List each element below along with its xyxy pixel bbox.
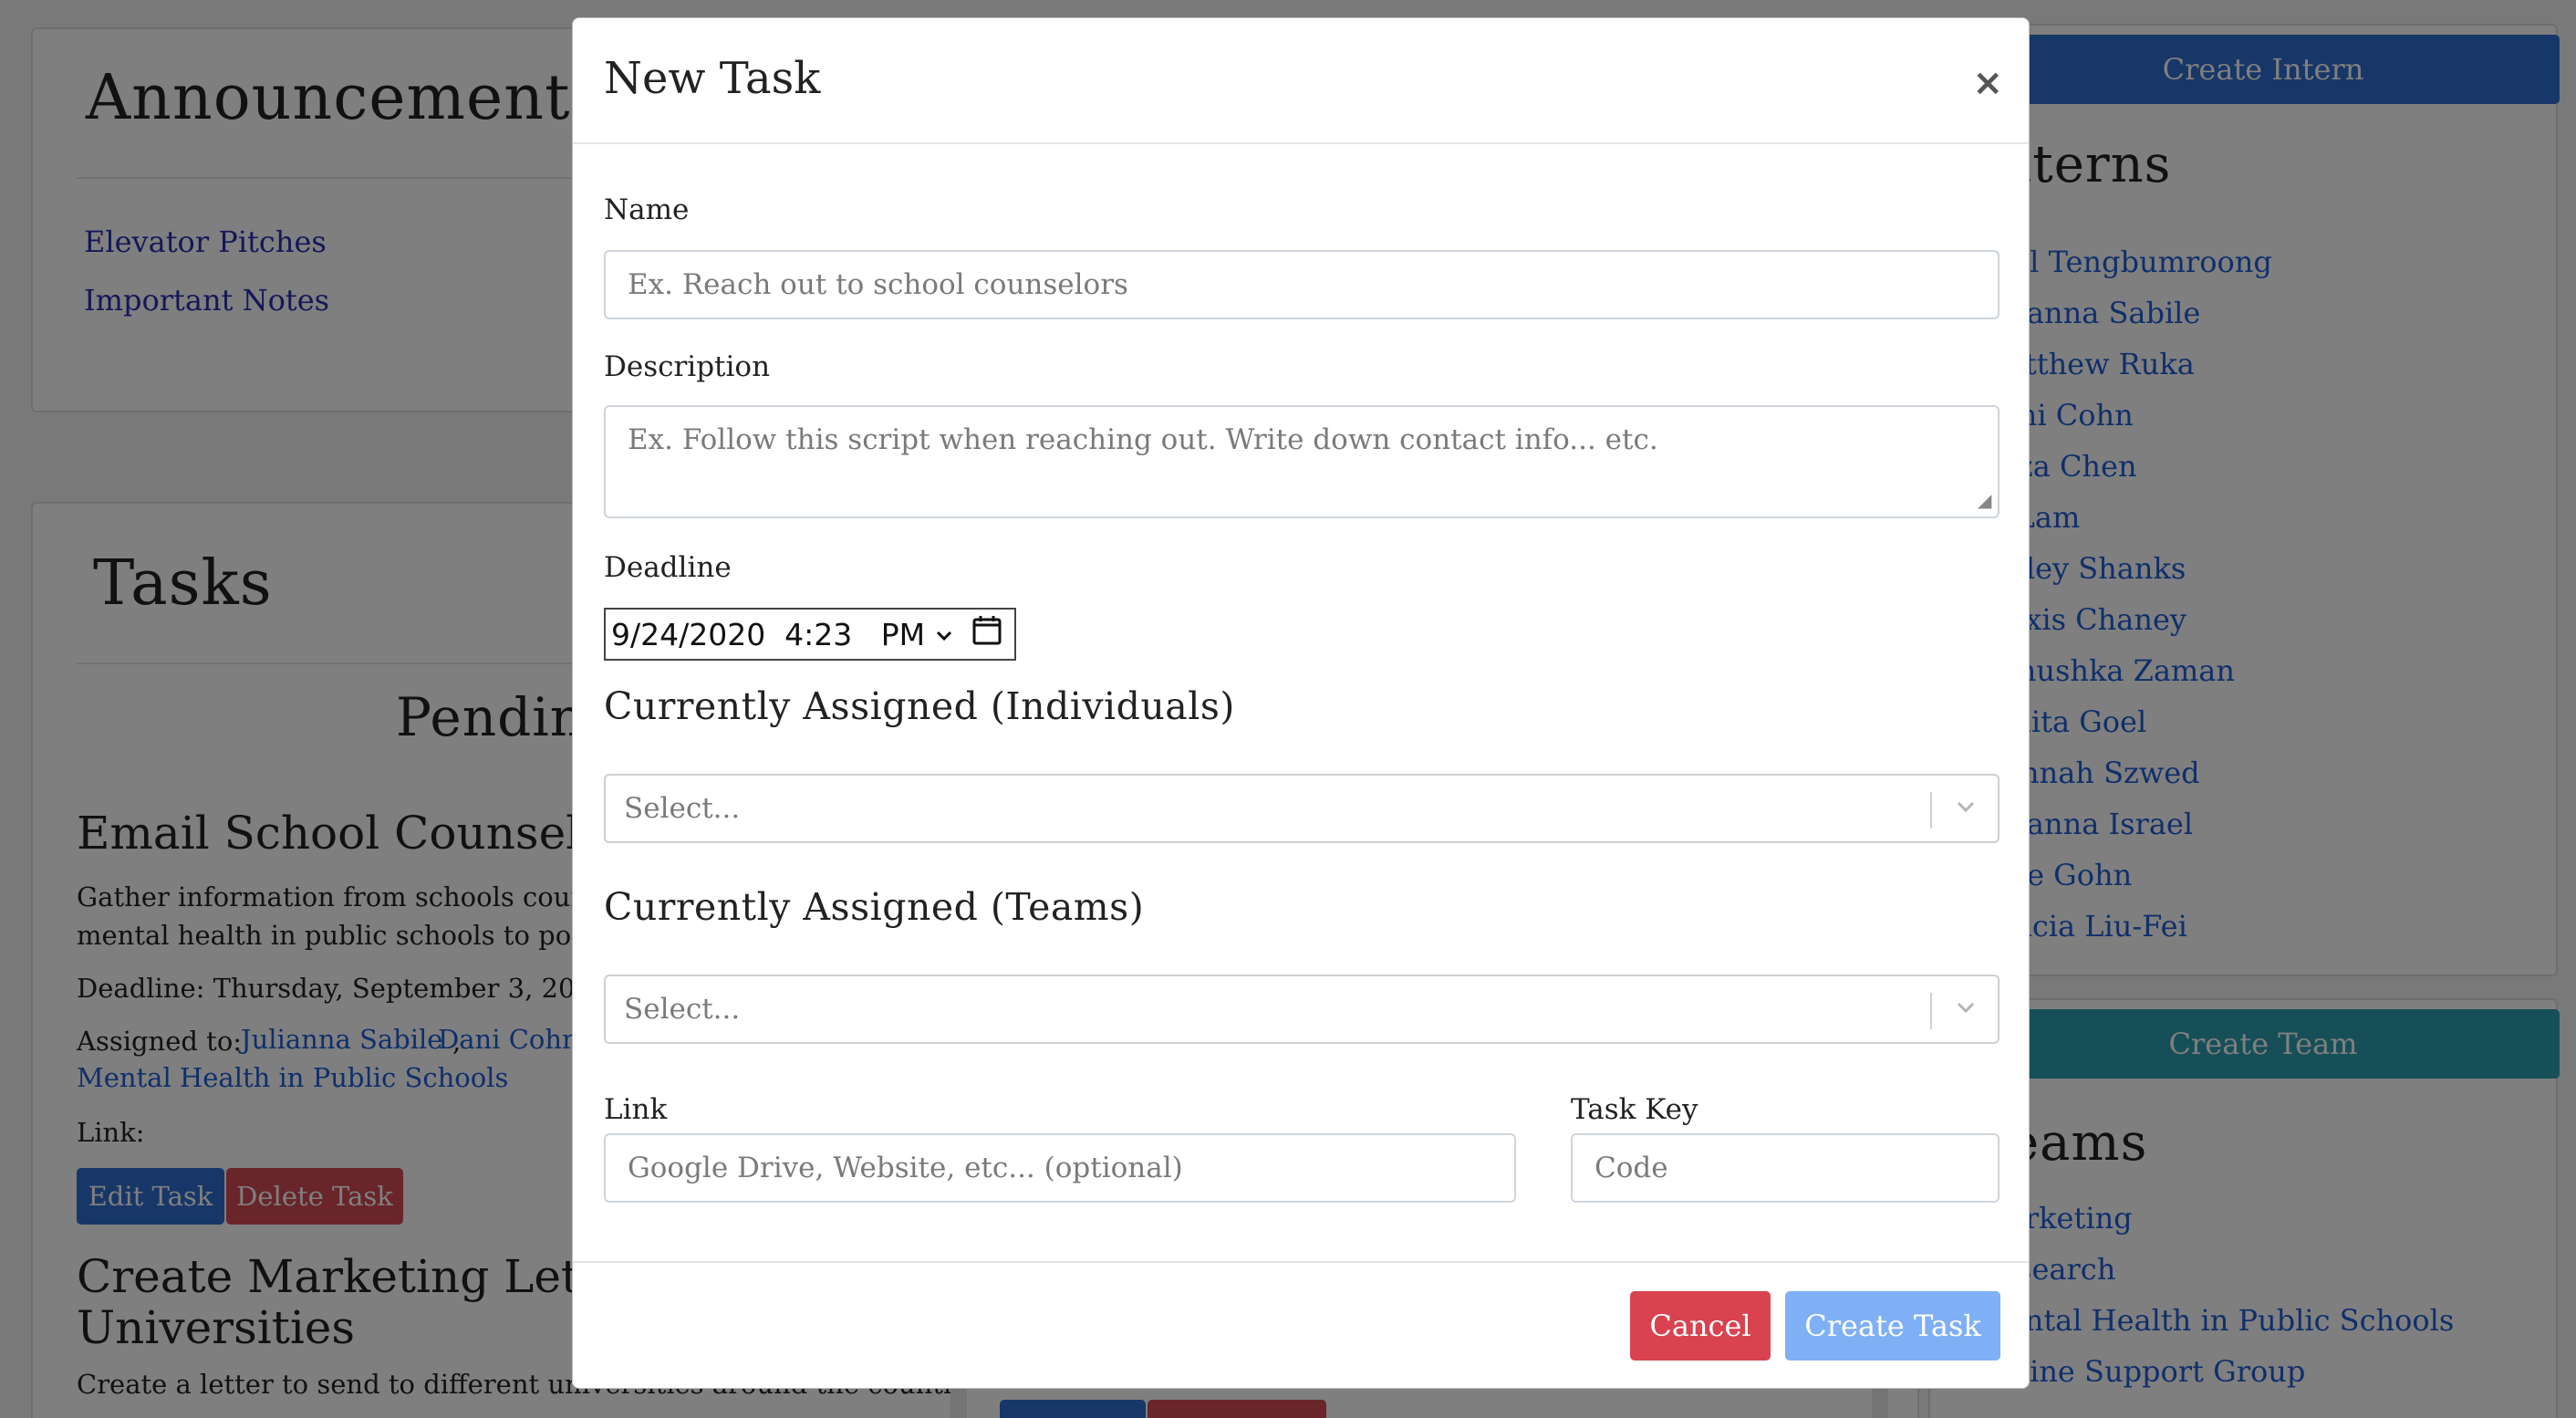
select-separator [1930,993,1932,1029]
task-key-input[interactable] [1571,1133,2000,1203]
modal-footer-divider [573,1261,2029,1263]
name-input[interactable] [604,250,2000,319]
description-label: Description [604,350,771,383]
close-icon[interactable]: × [1972,62,2003,104]
cancel-button[interactable]: Cancel [1630,1291,1771,1361]
deadline-datetime-input[interactable]: 9/24/2020 4:23 PM [604,608,1016,661]
name-label: Name [604,193,690,226]
individuals-select-placeholder: Select... [624,792,741,825]
task-key-label: Task Key [1571,1093,1698,1126]
modal-title: New Task [604,53,821,104]
chevron-down-icon[interactable] [1954,795,1978,822]
individuals-select[interactable]: Select... [604,774,2000,843]
select-separator [1930,792,1932,829]
teams-select[interactable]: Select... [604,975,2000,1044]
create-task-button[interactable]: Create Task [1785,1291,2000,1361]
new-task-modal: New Task × Name Description ◢ Deadline 9… [572,17,2030,1389]
description-textarea[interactable] [604,405,2000,518]
link-label: Link [604,1093,668,1126]
chevron-down-icon[interactable] [934,617,954,652]
link-input[interactable] [604,1133,1516,1203]
resize-handle-icon[interactable]: ◢ [1978,489,1991,511]
deadline-label: Deadline [604,551,732,584]
individuals-section-label: Currently Assigned (Individuals) [604,684,1235,728]
chevron-down-icon[interactable] [1954,996,1978,1023]
calendar-icon[interactable] [971,614,1003,654]
deadline-value: 9/24/2020 4:23 PM [611,616,926,652]
modal-header: New Task × [573,18,2029,144]
teams-section-label: Currently Assigned (Teams) [604,885,1145,929]
teams-select-placeholder: Select... [624,993,741,1026]
